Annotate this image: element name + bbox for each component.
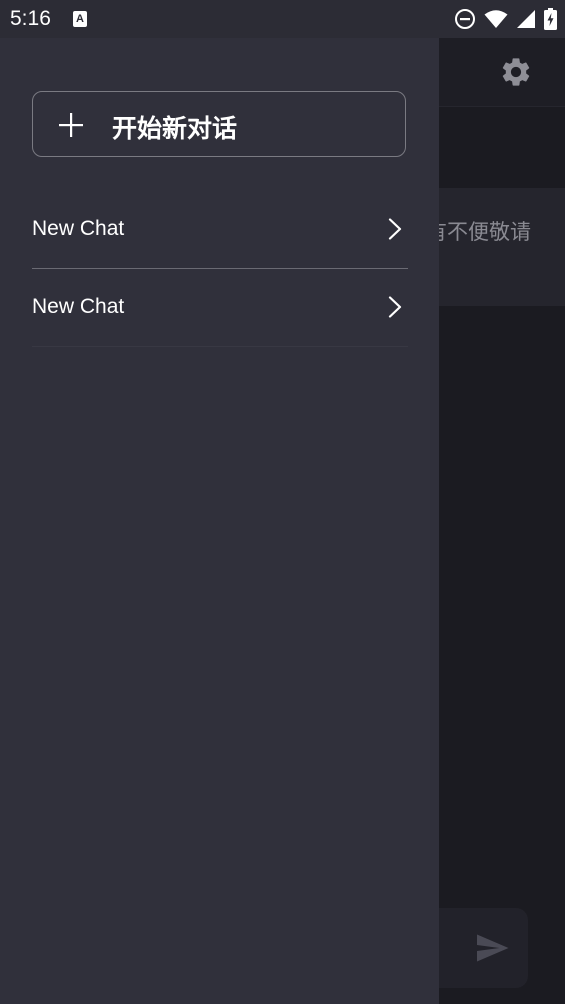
gear-icon[interactable] bbox=[499, 55, 533, 89]
plus-icon bbox=[59, 113, 83, 137]
notice-text: 有不便敬请 bbox=[426, 220, 531, 244]
app-screen: 5:16 A 有不便敬请 开始新对话 New Chat New Chat bbox=[0, 0, 565, 1004]
status-bar: 5:16 A bbox=[0, 0, 565, 38]
status-time: 5:16 bbox=[10, 7, 51, 30]
battery-charging-icon bbox=[544, 8, 557, 30]
chat-list-item[interactable]: New Chat bbox=[32, 269, 408, 347]
navigation-drawer: 开始新对话 New Chat New Chat bbox=[0, 38, 439, 1004]
chat-title: New Chat bbox=[32, 217, 125, 240]
chat-title: New Chat bbox=[32, 295, 125, 318]
chat-history-list: New Chat New Chat bbox=[32, 191, 408, 347]
wifi-icon bbox=[484, 10, 508, 28]
app-notification-icon: A bbox=[73, 11, 87, 27]
new-chat-button[interactable]: 开始新对话 bbox=[32, 91, 406, 157]
new-chat-label: 开始新对话 bbox=[112, 114, 238, 143]
chevron-right-icon bbox=[388, 218, 402, 240]
chat-list-item[interactable]: New Chat bbox=[32, 191, 408, 269]
send-icon bbox=[477, 934, 509, 962]
status-icons bbox=[454, 8, 557, 30]
do-not-disturb-icon bbox=[455, 9, 475, 29]
chevron-right-icon bbox=[388, 296, 402, 318]
cellular-signal-icon bbox=[517, 10, 535, 28]
